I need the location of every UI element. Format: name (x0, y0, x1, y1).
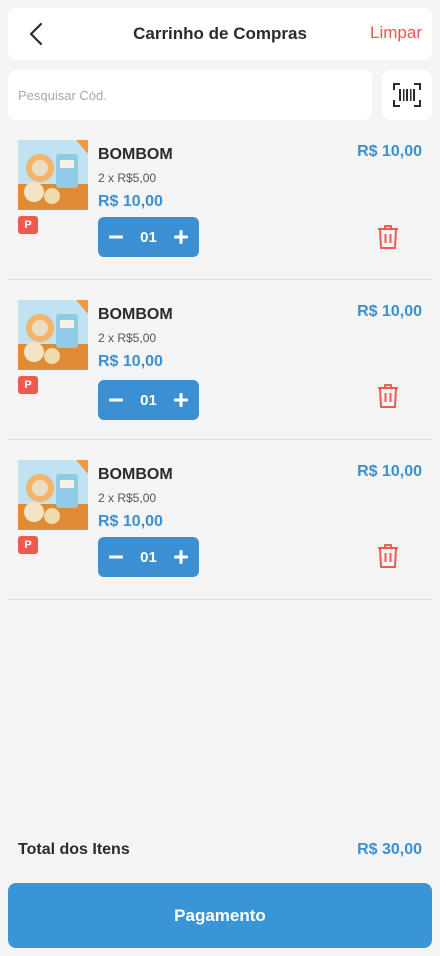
item-total: R$ 10,00 (357, 303, 422, 320)
product-name: BOMBOM (98, 146, 173, 163)
product-name: BOMBOM (98, 306, 173, 323)
plus-icon (174, 230, 188, 244)
unit-price: 2 x R$5,00 (98, 491, 157, 505)
quantity-value: 01 (140, 228, 157, 246)
search-bar (8, 70, 432, 120)
increase-quantity-button[interactable] (171, 227, 191, 247)
promo-badge: P (18, 376, 38, 394)
item-total: R$ 10,00 (357, 463, 422, 480)
quantity-stepper: 01 (98, 380, 199, 420)
trash-icon (378, 384, 398, 408)
app-header: Carrinho de Compras Limpar (8, 8, 432, 60)
total-value: R$ 30,00 (357, 841, 422, 858)
item-subtotal: R$ 10,00 (98, 353, 163, 370)
barcode-scan-button[interactable] (382, 70, 432, 120)
remove-item-button[interactable] (374, 223, 402, 251)
unit-price: 2 x R$5,00 (98, 331, 157, 345)
payment-button[interactable]: Pagamento (8, 883, 432, 948)
product-image (18, 300, 88, 370)
trash-icon (378, 225, 398, 249)
chevron-left-icon (29, 22, 43, 46)
plus-icon (174, 393, 188, 407)
item-subtotal: R$ 10,00 (98, 193, 163, 210)
product-image (18, 460, 88, 530)
minus-icon (109, 235, 123, 239)
unit-price: 2 x R$5,00 (98, 171, 157, 185)
plus-icon (174, 550, 188, 564)
decrease-quantity-button[interactable] (106, 390, 126, 410)
decrease-quantity-button[interactable] (106, 547, 126, 567)
page-title: Carrinho de Compras (133, 24, 307, 43)
total-label: Total dos Itens (18, 841, 130, 858)
item-total: R$ 10,00 (357, 143, 422, 160)
remove-item-button[interactable] (374, 382, 402, 410)
barcode-scan-icon (393, 83, 421, 107)
product-image (18, 140, 88, 210)
remove-item-button[interactable] (374, 542, 402, 570)
trash-icon (378, 544, 398, 568)
increase-quantity-button[interactable] (171, 390, 191, 410)
increase-quantity-button[interactable] (171, 547, 191, 567)
cart-item: P BOMBOM 2 x R$5,00 R$ 10,00 R$ 10,00 01 (8, 280, 432, 440)
quantity-value: 01 (140, 548, 157, 566)
cart-item: P BOMBOM 2 x R$5,00 R$ 10,00 R$ 10,00 01 (8, 120, 432, 280)
decrease-quantity-button[interactable] (106, 227, 126, 247)
search-input[interactable] (8, 70, 372, 120)
minus-icon (109, 398, 123, 402)
cart-total-row: Total dos Itens R$ 30,00 (18, 841, 422, 863)
item-subtotal: R$ 10,00 (98, 513, 163, 530)
quantity-value: 01 (140, 391, 157, 409)
back-button[interactable] (22, 20, 50, 48)
clear-cart-button[interactable]: Limpar (370, 23, 422, 43)
product-name: BOMBOM (98, 466, 173, 483)
promo-badge: P (18, 536, 38, 554)
promo-badge: P (18, 216, 38, 234)
minus-icon (109, 555, 123, 559)
quantity-stepper: 01 (98, 537, 199, 577)
quantity-stepper: 01 (98, 217, 199, 257)
cart-item: P BOMBOM 2 x R$5,00 R$ 10,00 R$ 10,00 01 (8, 440, 432, 600)
